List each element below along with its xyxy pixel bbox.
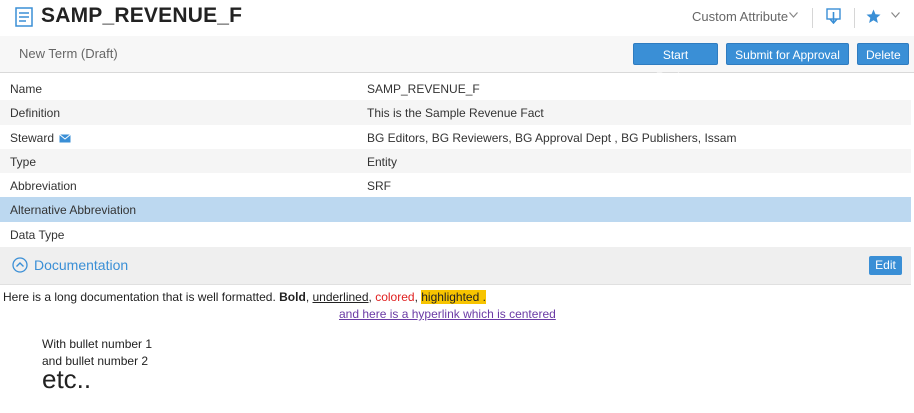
property-label: Abbreviation <box>10 179 77 194</box>
property-value: This is the Sample Revenue Fact <box>367 106 544 121</box>
delete-button[interactable]: Delete <box>857 43 909 65</box>
property-label: Name <box>10 82 43 96</box>
property-value: SRF <box>367 179 391 194</box>
doc-highlighted-text: highlighted . <box>421 290 486 304</box>
property-label-steward: Steward <box>10 131 71 145</box>
documentation-section-header[interactable]: Documentation Edit <box>0 247 911 285</box>
collapse-circle-icon[interactable] <box>12 257 28 273</box>
doc-etc-text: etc.. <box>42 364 92 394</box>
chevron-down-icon[interactable] <box>789 12 798 18</box>
property-row-type[interactable]: Type Entity <box>0 148 911 174</box>
documentation-title: Documentation <box>34 257 129 273</box>
property-value: Entity <box>367 154 398 169</box>
divider <box>812 8 813 28</box>
term-status: New Term (Draft) <box>19 46 118 61</box>
document-icon <box>15 7 33 27</box>
star-icon[interactable] <box>866 9 881 24</box>
custom-attribute-dropdown[interactable]: Custom Attribute <box>692 9 788 24</box>
properties-table: Name SAMP_REVENUE_F Definition This is t… <box>0 76 911 246</box>
doc-text: Here is a long documentation that is wel… <box>3 290 280 304</box>
property-row-alternative-abbreviation[interactable]: Alternative Abbreviation <box>0 197 911 222</box>
property-label: Data Type <box>10 227 65 242</box>
start-review-button[interactable]: Start Review <box>633 43 718 84</box>
documentation-paragraph: Here is a long documentation that is wel… <box>3 290 486 304</box>
doc-hyperlink[interactable]: and here is a hyperlink which is centere… <box>339 307 556 321</box>
property-row-definition[interactable]: Definition This is the Sample Revenue Fa… <box>0 100 911 125</box>
property-row-abbreviation[interactable]: Abbreviation SRF <box>0 173 911 197</box>
chevron-down-icon[interactable] <box>891 12 900 18</box>
doc-bold-text: Bold <box>279 290 306 304</box>
property-label: Alternative Abbreviation <box>10 203 137 218</box>
property-row-name[interactable]: Name SAMP_REVENUE_F <box>0 76 911 100</box>
page-title: SAMP_REVENUE_F <box>41 4 243 27</box>
property-row-steward[interactable]: Steward BG Editors, BG Reviewers, BG App… <box>0 125 911 149</box>
edit-documentation-button[interactable]: Edit <box>869 256 902 275</box>
mail-icon[interactable] <box>59 133 71 143</box>
property-label: Type <box>10 154 37 169</box>
download-icon[interactable] <box>826 8 841 24</box>
doc-underlined-text: underlined <box>312 290 369 304</box>
property-label: Steward <box>10 130 55 145</box>
divider <box>854 8 855 28</box>
status-bar: New Term (Draft) Start Review Submit for… <box>0 36 914 84</box>
doc-bullet-1: With bullet number 1 <box>42 337 153 351</box>
property-value: BG Editors, BG Reviewers, BG Approval De… <box>367 130 737 145</box>
doc-colored-text: colored <box>375 290 415 304</box>
property-label: Definition <box>10 106 61 121</box>
term-header: SAMP_REVENUE_F Custom Attribute <box>0 0 914 34</box>
submit-for-approval-button[interactable]: Submit for Approval <box>726 43 849 65</box>
property-value: SAMP_REVENUE_F <box>367 82 480 96</box>
property-row-data-type[interactable]: Data Type <box>0 222 911 246</box>
